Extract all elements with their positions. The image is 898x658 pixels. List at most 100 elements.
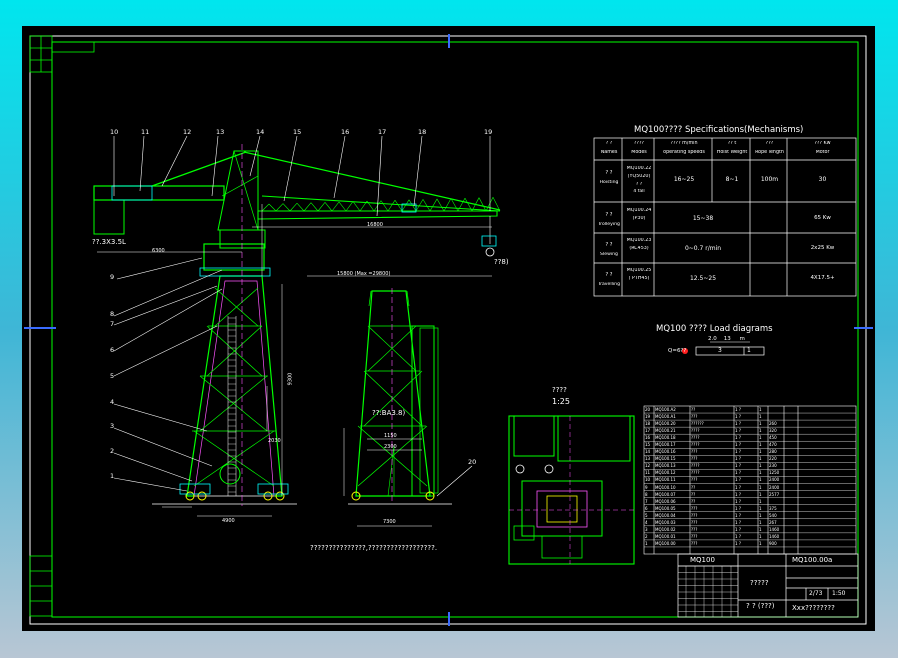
spec-header-4-top: ??? <box>765 141 774 146</box>
callout-10: 10 <box>110 128 119 136</box>
parts-cell-19-2: ??? <box>691 540 698 546</box>
load-cell-2: 1 <box>747 347 751 354</box>
parts-cell-2-2: ?????? <box>691 421 704 427</box>
parts-cell-4-2: ???? <box>691 435 700 441</box>
parts-cell-1-1: MQ100.A1 <box>655 414 676 420</box>
parts-cell-13-3: 1 ? <box>735 498 741 504</box>
spec-header-2-top: ???? m/min <box>670 141 698 146</box>
portal-label: ??:BA3.8) <box>372 409 406 417</box>
callout-15: 15 <box>293 128 302 136</box>
parts-cell-18-1: MQ100.01 <box>655 533 676 539</box>
parts-cell-3-3: 1 ? <box>735 428 741 434</box>
spec-header-3-top: ?? t <box>727 141 737 146</box>
parts-cell-8-5: 230 <box>769 463 777 469</box>
callout-4: 4 <box>110 398 115 406</box>
parts-cell-11-1: MQ100.10 <box>655 484 676 490</box>
parts-cell-12-0: 8 <box>645 491 648 497</box>
title-scale: 1:50 <box>832 590 846 597</box>
parts-cell-7-4: 1 <box>759 456 762 462</box>
parts-cell-3-2: ???? <box>691 428 700 434</box>
spec-row-1-mode2: (P30) <box>632 216 646 221</box>
title-drawing-no: MQ100.00a <box>792 556 833 564</box>
spec-row-2-mode2: (RC453) <box>629 246 649 251</box>
spec-table-title: MQ100???? Specifications(Mechanisms) <box>634 125 804 135</box>
spec-row-3-speed: 12.5~25 <box>689 275 717 282</box>
parts-cell-16-0: 4 <box>645 519 648 525</box>
parts-cell-19-0: 1 <box>645 540 648 546</box>
spec-row-1-speed: 15~38 <box>692 215 714 222</box>
parts-cell-12-5: 2577 <box>769 491 780 497</box>
spec-row-0-name: Hoisting <box>599 180 619 185</box>
parts-cell-15-1: MQ100.04 <box>655 512 676 518</box>
parts-cell-12-1: MQ100.07 <box>655 491 676 497</box>
parts-cell-7-0: 13 <box>645 456 651 462</box>
parts-cell-10-3: 1 ? <box>735 477 741 483</box>
parts-cell-2-1: MQ100.20 <box>655 421 676 427</box>
parts-cell-19-1: MQ100.00 <box>655 540 676 546</box>
parts-cell-6-0: 14 <box>645 449 651 455</box>
parts-cell-14-3: 1 ? <box>735 505 741 511</box>
parts-cell-18-3: 1 ? <box>735 533 741 539</box>
parts-cell-10-5: 2400 <box>769 477 780 483</box>
parts-cell-3-0: 17 <box>645 428 651 434</box>
callout-7: 7 <box>110 320 115 328</box>
spec-row-3-name: Travelling <box>597 282 621 287</box>
general-note: ???????????????,??????????????????. <box>310 544 438 552</box>
parts-cell-3-4: 1 <box>759 428 762 434</box>
parts-cell-18-2: ??? <box>691 533 698 539</box>
parts-cell-4-5: 450 <box>769 435 777 441</box>
spec-row-0-weight: 8~1 <box>725 176 739 183</box>
parts-cell-13-1: MQ100.06 <box>655 498 676 504</box>
spec-header-1-bottom: Modes <box>631 150 647 155</box>
parts-cell-9-5: 1250 <box>769 470 780 476</box>
parts-cell-9-3: 1 ? <box>735 470 741 476</box>
callout-11: 11 <box>141 128 150 136</box>
dim-portal: 7300 <box>383 519 396 525</box>
spec-row-2-name-top: ? ? <box>605 242 613 248</box>
spec-row-0-c3: ? ? <box>635 182 643 187</box>
parts-cell-14-5: 375 <box>769 505 777 511</box>
spec-header-5-top: ??? Kw <box>814 141 831 146</box>
callout-19: 19 <box>484 128 493 136</box>
spec-header-2-bottom: operating speeds <box>663 150 705 155</box>
parts-cell-14-2: ??? <box>691 505 698 511</box>
parts-cell-15-4: 1 <box>759 512 762 518</box>
callout-17: 17 <box>378 128 387 136</box>
dim-a: 6300 <box>152 248 165 254</box>
parts-cell-5-5: 470 <box>769 442 777 448</box>
spec-header-5-bottom: Motor <box>815 150 830 155</box>
parts-cell-15-2: ??? <box>691 512 698 518</box>
spec-row-2-speed: 0~0.7 r/min <box>684 245 722 252</box>
parts-cell-19-4: 1 <box>759 540 762 546</box>
spec-row-0-speed: 16~25 <box>673 176 695 183</box>
parts-cell-10-1: MQ100.11 <box>655 477 676 483</box>
parts-cell-4-3: 1 ? <box>735 435 741 441</box>
callout-18: 18 <box>418 128 427 136</box>
parts-cell-17-5: 1460 <box>769 526 780 532</box>
callout-6: 6 <box>110 346 115 354</box>
detail-view-scale: 1:25 <box>552 397 570 406</box>
parts-cell-6-2: ??? <box>691 449 698 455</box>
parts-cell-3-1: MQ100.21 <box>655 428 676 434</box>
parts-cell-4-1: MQ100.18 <box>655 435 676 441</box>
parts-cell-15-5: 540 <box>769 512 777 518</box>
parts-cell-17-3: 1 ? <box>735 526 741 532</box>
parts-cell-14-4: 1 <box>759 505 762 511</box>
dim-portal-2: 2300 <box>384 444 397 450</box>
parts-cell-10-2: ??? <box>691 477 698 483</box>
parts-cell-0-3: 1 ? <box>735 407 741 412</box>
parts-cell-0-4: 1 <box>759 407 762 412</box>
spec-row-0-mode2: (YQ5020) <box>627 174 651 179</box>
cad-drawing-canvas[interactable]: 10 11 12 13 14 15 16 17 18 19 9 8 7 6 5 4 3 2 1 20 MQ100???… <box>22 26 875 631</box>
dim-base: 4900 <box>222 518 235 524</box>
dim-tower: 9300 <box>287 372 294 386</box>
parts-cell-8-2: ???? <box>691 463 700 469</box>
callout-1: 1 <box>110 472 115 480</box>
parts-cell-8-1: MQ100.13 <box>655 463 676 469</box>
parts-cell-8-0: 12 <box>645 463 651 469</box>
title-sheet: 2/73 <box>809 590 823 597</box>
parts-cell-11-2: ?? <box>691 484 696 490</box>
parts-cell-10-0: 10 <box>645 477 651 483</box>
callout-5: 5 <box>110 372 115 380</box>
spec-header-0-top: ? ? <box>605 141 613 146</box>
